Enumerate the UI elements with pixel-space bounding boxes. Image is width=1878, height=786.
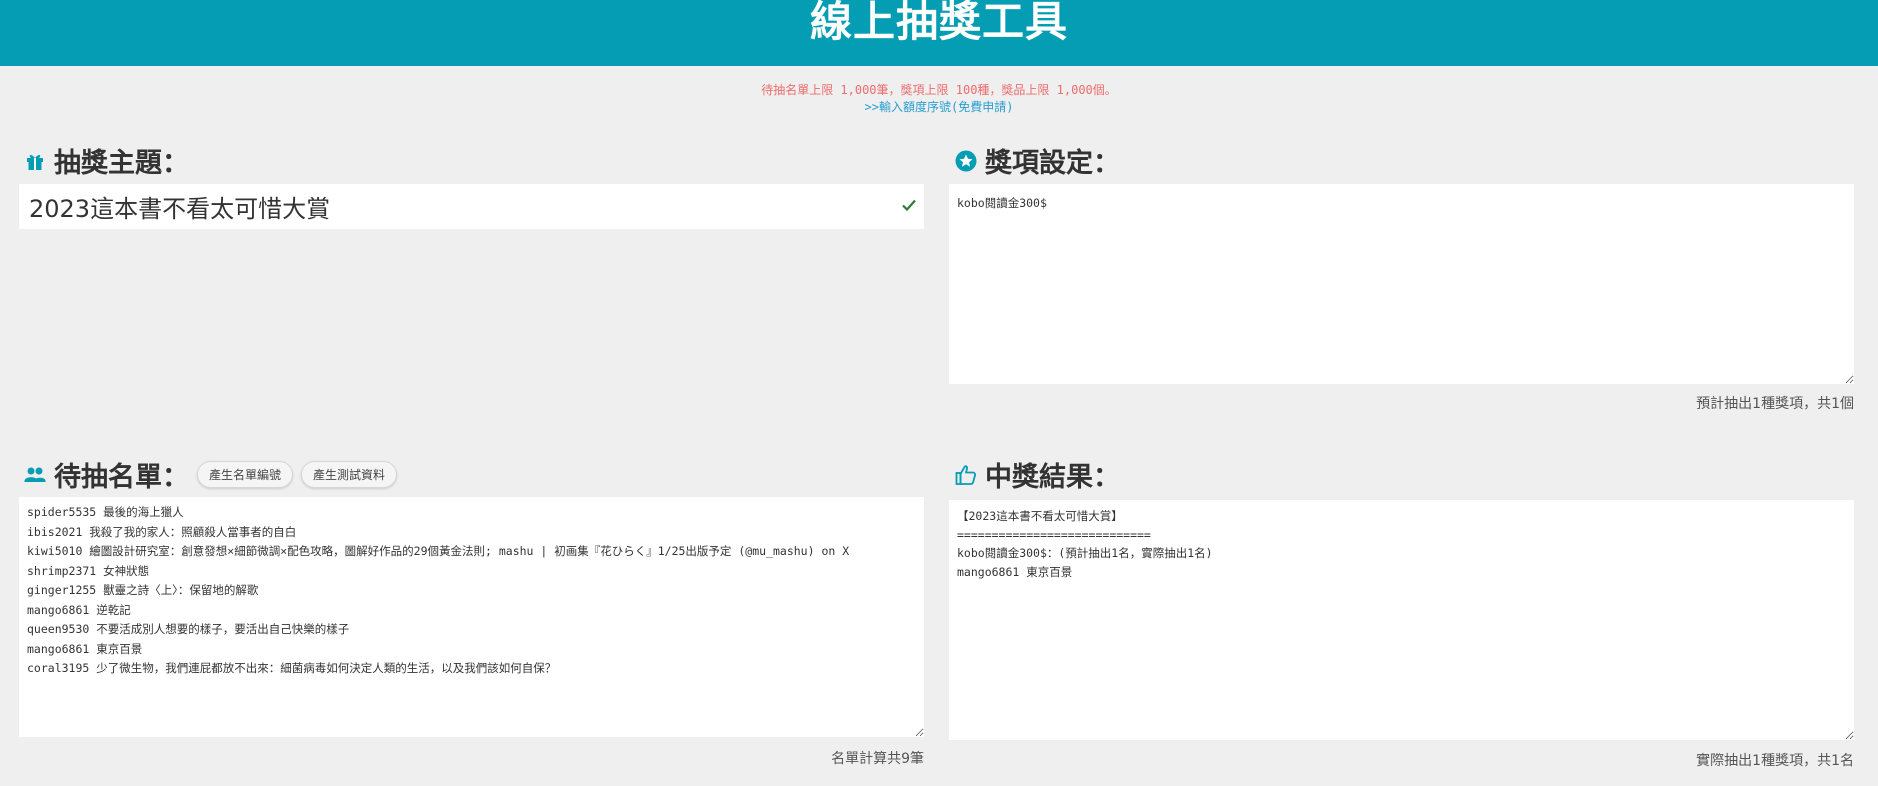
- generate-test-data-button[interactable]: 產生測試資料: [301, 461, 398, 488]
- thumbs-up-icon: [955, 464, 977, 486]
- users-icon: [24, 464, 46, 486]
- theme-heading: 抽獎主題：: [24, 141, 189, 180]
- limit-text: 待抽名單上限 1,000筆，獎項上限 100種，獎品上限 1,000個。: [761, 83, 1117, 97]
- results-heading: 中獎結果：: [955, 455, 1120, 494]
- checkmark-icon: [900, 196, 918, 214]
- limit-notice: 待抽名單上限 1,000筆，獎項上限 100種，獎品上限 1,000個。 >>輸…: [0, 82, 1878, 116]
- results-title: 中獎結果：: [985, 462, 1120, 493]
- app-header: 線上抽獎工具: [0, 0, 1878, 66]
- generate-serial-button[interactable]: 產生名單編號: [197, 461, 294, 488]
- prize-heading: 獎項設定：: [955, 141, 1120, 180]
- entrants-title: 待抽名單：: [54, 462, 189, 493]
- theme-input[interactable]: [19, 184, 924, 229]
- results-textarea[interactable]: 【2023這本書不看太可惜大賞】 =======================…: [949, 500, 1854, 740]
- results-summary: 實際抽出1種獎項，共1名: [1696, 753, 1854, 769]
- prize-title: 獎項設定：: [985, 148, 1120, 179]
- entrants-textarea[interactable]: spider5535 最後的海上獵人 ibis2021 我殺了我的家人：照顧殺人…: [19, 497, 924, 737]
- prize-summary: 預計抽出1種獎項，共1個: [1696, 396, 1854, 412]
- theme-title: 抽獎主題：: [54, 148, 189, 179]
- quota-link[interactable]: >>輸入額度序號(免費申請): [0, 99, 1878, 116]
- entrants-heading: 待抽名單： 產生名單編號 產生測試資料: [24, 455, 398, 494]
- prize-textarea[interactable]: kobo閱讀金300$: [949, 184, 1854, 384]
- page-title: 線上抽獎工具: [809, 0, 1068, 46]
- entrants-summary: 名單計算共9筆: [831, 751, 924, 767]
- gift-icon: [24, 150, 46, 172]
- star-badge-icon: [955, 150, 977, 172]
